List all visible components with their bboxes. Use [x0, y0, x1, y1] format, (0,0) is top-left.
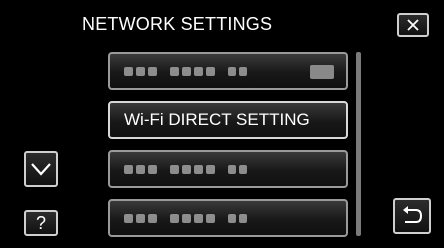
- scroll-down-button[interactable]: [24, 151, 58, 187]
- help-label: ?: [35, 212, 46, 233]
- menu-item-4[interactable]: [108, 199, 348, 237]
- close-icon: [407, 19, 419, 31]
- chevron-down-icon: [31, 163, 51, 176]
- menu-item-wifi-direct-setting[interactable]: Wi-Fi DIRECT SETTING: [108, 101, 348, 139]
- item-value-tag: [310, 65, 334, 79]
- obscured-label: [124, 164, 247, 174]
- close-button[interactable]: [397, 13, 429, 37]
- return-arrow-icon: [403, 206, 423, 223]
- page-title: NETWORK SETTINGS: [82, 14, 273, 34]
- help-button[interactable]: ?: [24, 210, 58, 236]
- scrollbar[interactable]: [356, 52, 361, 236]
- obscured-label: [124, 66, 247, 76]
- back-button[interactable]: [393, 198, 431, 234]
- menu-item-1[interactable]: [108, 52, 348, 90]
- menu-item-3[interactable]: [108, 150, 348, 188]
- menu-item-label: Wi-Fi DIRECT SETTING: [124, 110, 310, 129]
- obscured-label: [124, 213, 247, 223]
